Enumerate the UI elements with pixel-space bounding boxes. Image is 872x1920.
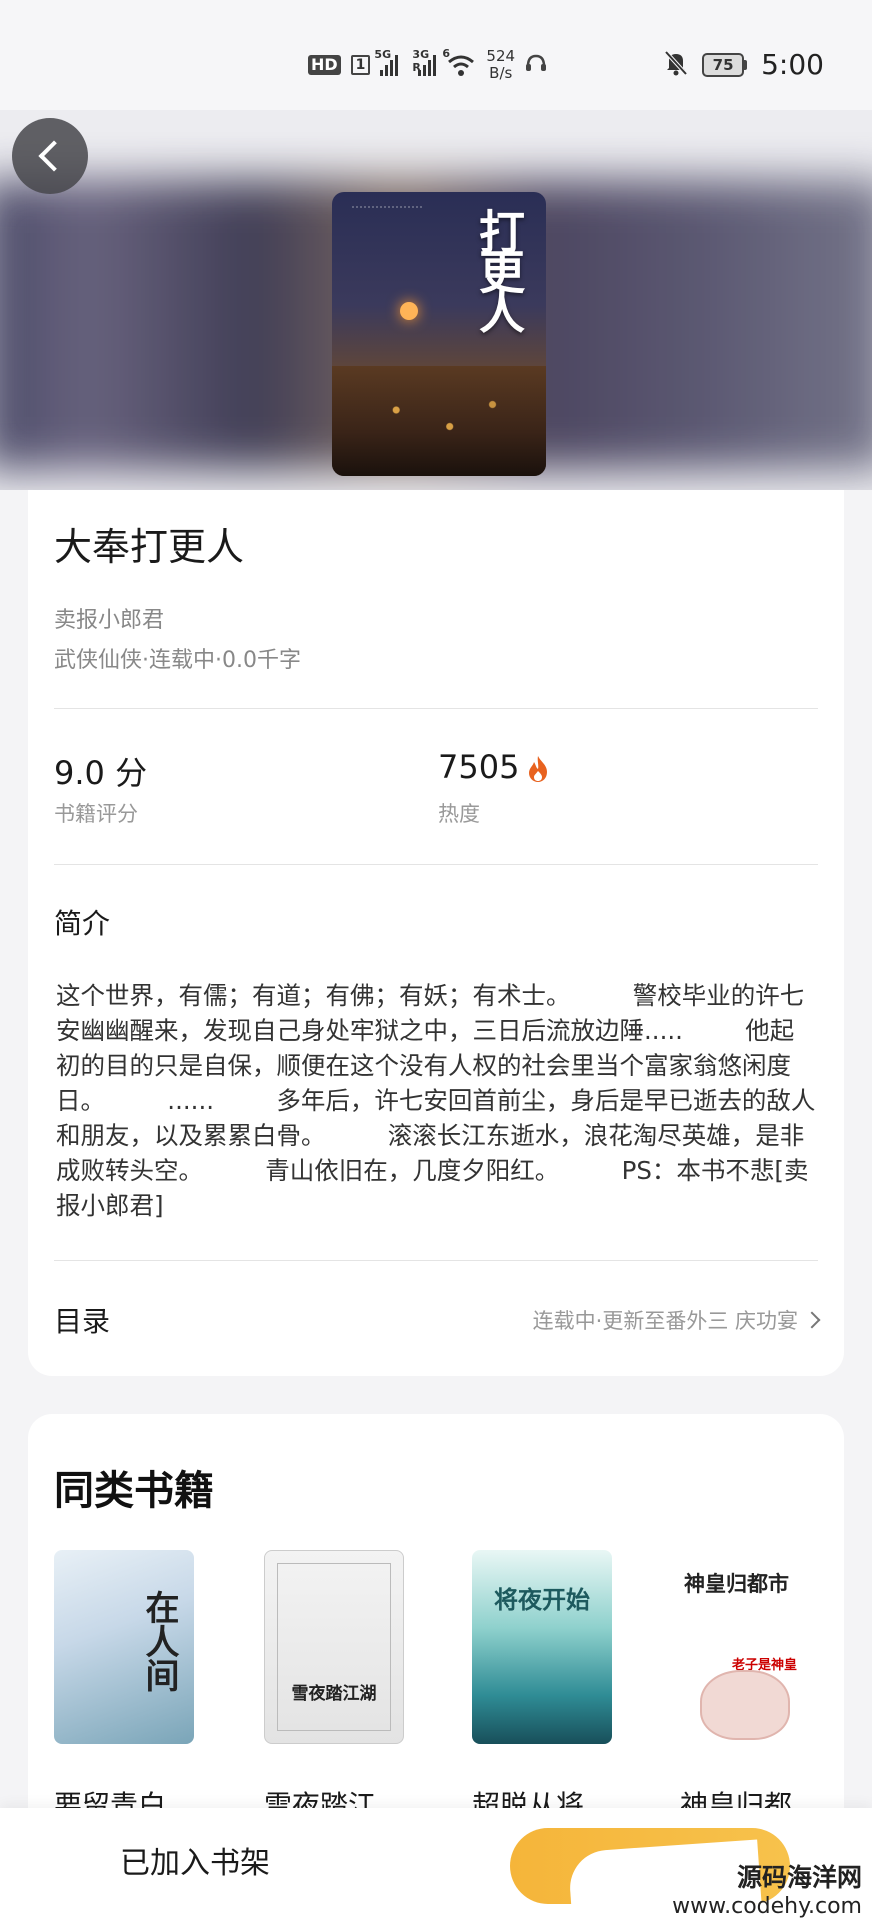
similar-book-item[interactable]: 在人间 要留青白 (54, 1550, 194, 1824)
similar-book-item[interactable]: 神皇归都市 老子是神皇 神皇归都 (680, 1550, 820, 1824)
cover-title: 神皇归都市 (684, 1571, 789, 1596)
similar-book-item[interactable]: 雪夜踏江湖 雪夜踏江 (264, 1550, 404, 1824)
book-author[interactable]: 卖报小郎君 (54, 602, 164, 634)
book-title: 大奉打更人 (54, 525, 245, 569)
intro-text: 这个世界，有儒；有道；有佛；有妖；有术士。 警校毕业的许七安幽幽醒来，发现自己身… (56, 981, 816, 1220)
net-speed-value: 524 (486, 47, 516, 65)
similar-book-cover: 神皇归都市 老子是神皇 (680, 1550, 820, 1744)
clock: 5:00 (761, 48, 824, 81)
net-speed-unit: B/s (489, 64, 513, 82)
cover-face-art (700, 1670, 790, 1740)
divider (54, 708, 818, 709)
toc-label: 目录 (54, 1305, 111, 1338)
score-label: 书籍评分 (54, 802, 138, 826)
wifi-gen-label: 6 (442, 47, 451, 60)
net-speed: 524 B/s (486, 48, 515, 82)
book-info-card: 大奉打更人 卖报小郎君 武侠仙侠·连载中·0.0千字 9.0 分 书籍评分 75… (28, 490, 844, 1376)
battery-level: 75 (702, 52, 745, 77)
heat-label: 热度 (438, 802, 480, 826)
bell-muted-icon (664, 50, 688, 80)
cover-title: 打更人 (472, 208, 526, 328)
intro-heading: 简介 (54, 907, 111, 940)
watermark: 源码海洋网 www.codehy.com (672, 1858, 862, 1919)
toc-status: 连载中·更新至番外三 庆功宴 (532, 1305, 821, 1335)
cover-decoration (352, 206, 422, 296)
divider (54, 864, 818, 865)
cover-title: 在人间 (139, 1590, 179, 1692)
book-meta: 武侠仙侠·连载中·0.0千字 (54, 648, 301, 673)
similar-book-cover: 将夜开始 (472, 1550, 612, 1744)
headset-icon (525, 53, 547, 77)
toc-status-text: 连载中·更新至番外三 庆功宴 (532, 1309, 798, 1333)
battery-icon: 75 (702, 52, 748, 77)
fire-icon (527, 753, 549, 782)
divider (54, 1260, 818, 1261)
heat-value-row: 7505 (438, 748, 549, 786)
watermark-line2: www.codehy.com (672, 1894, 862, 1919)
cell-signal-icon-2: 3G R (412, 48, 437, 76)
wifi-icon: 6 (442, 47, 476, 77)
add-to-shelf-button[interactable]: 已加入书架 (120, 1838, 270, 1882)
cover-city-art (332, 366, 546, 476)
status-right: 75 5:00 (664, 48, 824, 81)
toc-row[interactable]: 目录 连载中·更新至番外三 庆功宴 (54, 1290, 821, 1350)
heat-value: 7505 (438, 748, 520, 786)
book-cover: 打更人 (332, 192, 546, 476)
similar-book-cover: 雪夜踏江湖 (264, 1550, 404, 1744)
book-hero: 打更人 (0, 110, 872, 490)
cover-title: 将夜开始 (494, 1585, 590, 1614)
similar-books-title: 同类书籍 (54, 1468, 214, 1514)
similar-book-item[interactable]: 将夜开始 超脱从将 (472, 1550, 612, 1824)
watermark-line1: 源码海洋网 (736, 1863, 862, 1892)
similar-book-cover: 在人间 (54, 1550, 194, 1744)
score-value: 9.0 分 (54, 754, 148, 792)
sim-badge: 1 (350, 55, 371, 75)
hd-badge: HD (308, 55, 341, 75)
signal-label: 5G (374, 48, 392, 61)
back-button[interactable] (12, 118, 88, 194)
cell-signal-icon: 5G (374, 48, 399, 76)
lantern-icon (400, 302, 418, 320)
chevron-right-icon (803, 1311, 821, 1329)
status-left: HD 1 5G 3G R 6 524 B/s (308, 47, 547, 82)
cover-title: 雪夜踏江湖 (291, 1684, 377, 1704)
signal-label-2: 3G R (412, 48, 430, 74)
status-bar: HD 1 5G 3G R 6 524 B/s 75 5:00 (0, 0, 872, 110)
